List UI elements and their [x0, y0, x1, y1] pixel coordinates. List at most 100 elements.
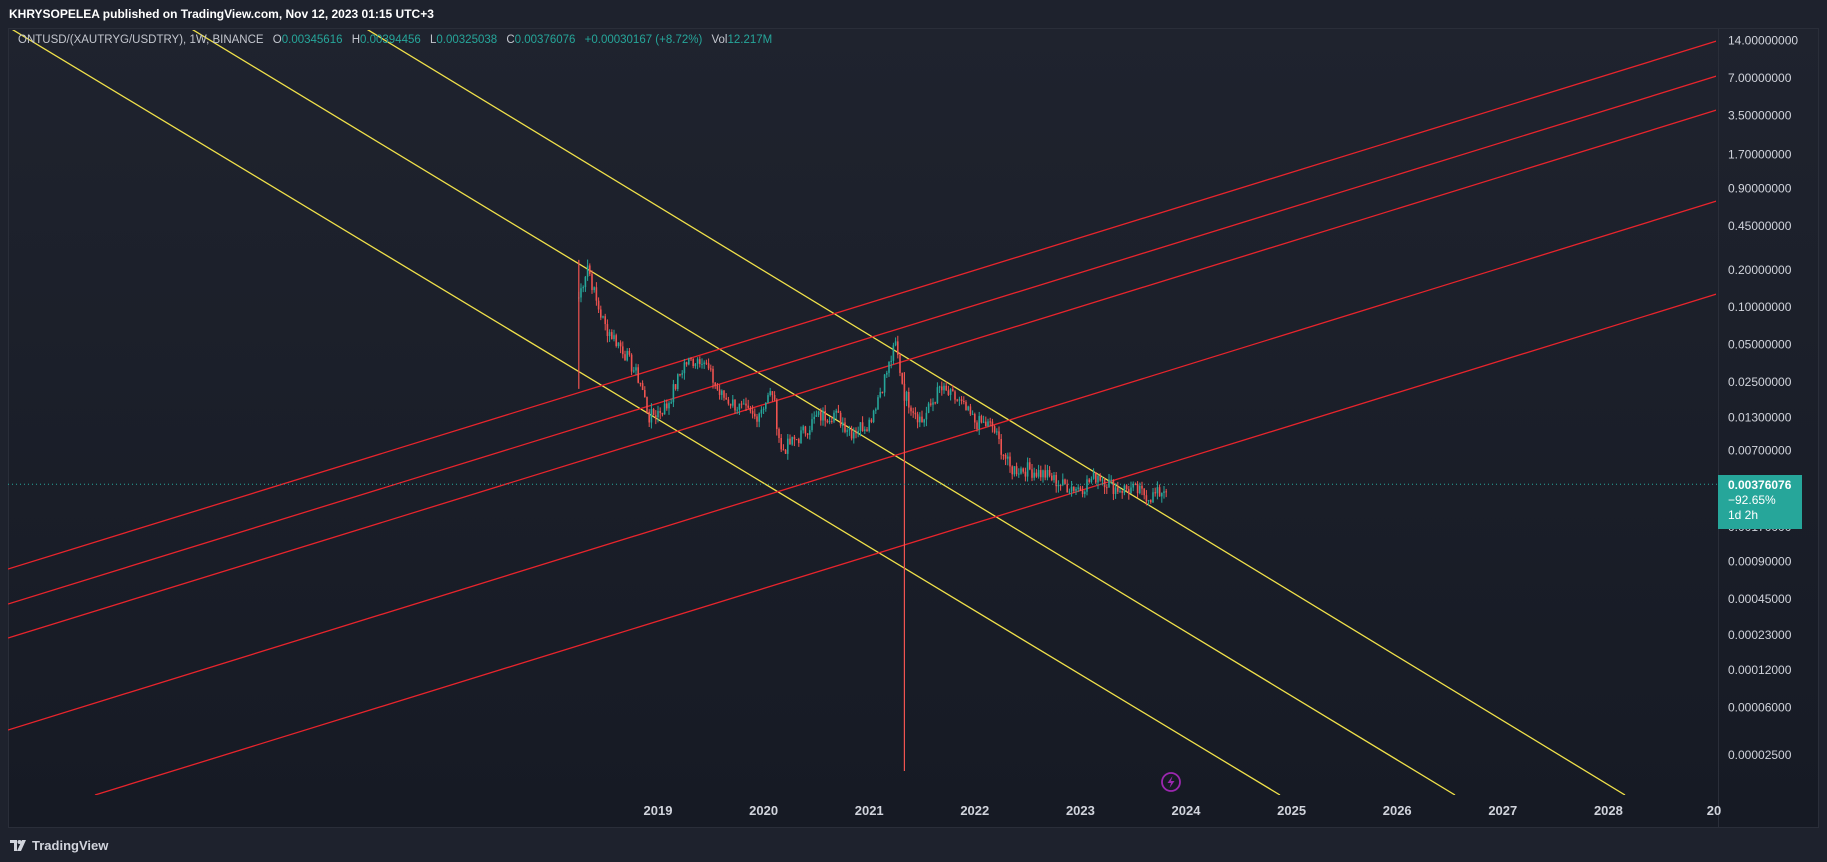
candle-body [791, 436, 793, 445]
candle-body [1090, 478, 1093, 482]
candle-body [963, 400, 965, 402]
candle-body [930, 403, 932, 405]
candle-body [604, 316, 606, 325]
lightning-icon [1161, 772, 1181, 792]
tradingview-logo[interactable]: TradingView [10, 838, 108, 853]
y-tick-label: 0.00700000 [1728, 444, 1792, 458]
y-tick-label: 0.05000000 [1728, 338, 1792, 352]
candle-body [635, 367, 637, 371]
candle-body [690, 358, 692, 360]
candle-body [1097, 475, 1099, 483]
candle-body [1044, 470, 1046, 478]
change-value: +0.00030167 (+8.72%) [584, 34, 703, 46]
candle-body [699, 359, 701, 365]
candle-body [597, 300, 600, 310]
close-label: C [506, 34, 515, 46]
candle-body [1117, 487, 1119, 492]
candle-body [692, 358, 694, 367]
candle-body [624, 354, 626, 361]
candle-body [644, 390, 646, 398]
candle-body [1026, 462, 1029, 477]
candle-body [1141, 485, 1143, 489]
candle-body [1022, 468, 1024, 472]
candle-body [593, 287, 595, 291]
y-tick-label: 0.02500000 [1728, 375, 1792, 389]
candle-body [1143, 488, 1145, 496]
candle-body [646, 397, 648, 412]
y-tick-label: 0.00002500 [1728, 748, 1792, 762]
candle-body [652, 408, 655, 416]
x-tick-label: 2027 [1488, 803, 1517, 818]
last-price-badge: 0.00376076 −92.65% 1d 2h [1718, 475, 1802, 529]
candle-body [1037, 470, 1040, 477]
candle-body [1066, 484, 1068, 493]
candle-body [1018, 473, 1020, 475]
candle-body [767, 395, 769, 403]
candle-body [1106, 487, 1108, 489]
candle-body [1000, 438, 1002, 455]
candle-body [846, 430, 848, 432]
candle-body [688, 358, 690, 365]
candle-body [1128, 489, 1130, 494]
candle-body [899, 354, 901, 373]
candle-body [1103, 479, 1106, 488]
candle-body [707, 363, 710, 369]
yellow-channel-line [191, 30, 1456, 795]
candle-body [1088, 479, 1090, 482]
candle-body [703, 362, 705, 364]
chart-canvas[interactable]: 14.00000000 7.00000000 3.50000000 1.7000000… [0, 0, 1827, 862]
candle-body [586, 265, 589, 277]
candle-body [1073, 486, 1075, 491]
price-axis: 14.00000000 7.00000000 3.50000000 1.7000000… [1728, 33, 1798, 761]
candle-body [839, 412, 842, 426]
candle-body [837, 410, 840, 413]
y-tick-label: 0.00023000 [1728, 628, 1792, 642]
candle-body [934, 402, 936, 404]
candle-body [820, 411, 822, 421]
candle-body [872, 410, 875, 423]
candle-body [1031, 469, 1033, 478]
candle-body [743, 403, 745, 405]
candle-body [776, 399, 778, 430]
candle-body [798, 439, 800, 444]
candle-body [831, 420, 833, 422]
candle-body [729, 403, 732, 406]
candle-body [681, 373, 683, 375]
candle-body [608, 332, 611, 337]
y-tick-label: 7.00000000 [1728, 71, 1792, 85]
candle-body [1099, 475, 1101, 481]
candle-body [897, 341, 899, 355]
candle-body [1064, 479, 1066, 485]
candle-body [989, 421, 991, 423]
red-channel-line [8, 40, 1716, 570]
candle-body [789, 438, 791, 445]
candle-body [1057, 484, 1060, 487]
y-tick-label: 0.20000000 [1728, 263, 1792, 277]
candle-body [1136, 484, 1139, 494]
candle-body [626, 351, 628, 361]
candle-body [661, 412, 664, 415]
x-tick-label: 2028 [1594, 803, 1623, 818]
candle-body [938, 386, 941, 388]
x-tick-label: 2020 [749, 803, 778, 818]
candle-body [602, 316, 604, 318]
close-value: 0.00376076 [514, 34, 576, 46]
candle-body [976, 422, 978, 429]
time-axis: 2019 2020 2021 2022 2023 2024 2025 2026 2027 2028… [644, 803, 1722, 818]
y-tick-label: 3.50000000 [1728, 108, 1792, 122]
candle-body [892, 345, 895, 361]
candle-body [765, 402, 767, 409]
candle-body [685, 362, 688, 365]
red-channel-line [8, 109, 1716, 639]
candle-body [1152, 492, 1154, 503]
candle-body [740, 403, 743, 405]
red-channel-line [8, 75, 1716, 605]
candle-body [1024, 471, 1027, 477]
y-tick-label: 14.00000000 [1728, 33, 1798, 47]
candle-body [580, 288, 582, 298]
candle-body [1145, 495, 1148, 502]
candle-body [1086, 479, 1088, 492]
candle-body [826, 420, 829, 423]
candle-body [663, 403, 666, 415]
candle-body [674, 384, 677, 390]
